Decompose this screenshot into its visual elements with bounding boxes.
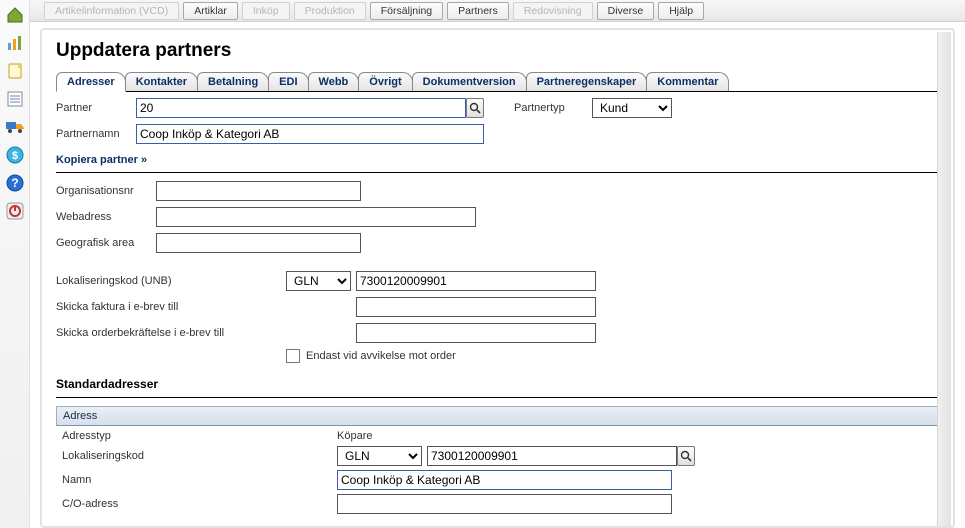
webadress-input[interactable] bbox=[156, 207, 476, 227]
lokkod-label: Lokaliseringskod (UNB) bbox=[56, 275, 286, 287]
tab--vrigt[interactable]: Övrigt bbox=[358, 72, 412, 91]
vertical-scrollbar[interactable] bbox=[937, 32, 951, 526]
truck-icon[interactable] bbox=[4, 116, 26, 138]
tab-partneregenskaper[interactable]: Partneregenskaper bbox=[526, 72, 648, 91]
top-menubar: Artikelinformation (VCD)ArtiklarInköpPro… bbox=[30, 0, 965, 22]
help-icon[interactable]: ? bbox=[4, 172, 26, 194]
addr-lok-label: Lokaliseringskod bbox=[62, 450, 337, 462]
power-icon[interactable] bbox=[4, 200, 26, 222]
menu-ink-p: Inköp bbox=[242, 2, 290, 20]
menu-produktion: Produktion bbox=[294, 2, 366, 20]
partner-row: Partner Partnertyp Kund bbox=[56, 98, 941, 118]
orderconf-email-input[interactable] bbox=[356, 323, 596, 343]
partnernamn-label: Partnernamn bbox=[56, 128, 136, 140]
partnertyp-select[interactable]: Kund bbox=[592, 98, 672, 118]
addr-lok-lookup-button[interactable] bbox=[677, 446, 695, 466]
tab-kommentar[interactable]: Kommentar bbox=[646, 72, 729, 91]
page-panel: Uppdatera partners AdresserKontakterBeta… bbox=[40, 28, 955, 528]
address-group-body: Adresstyp Köpare Lokaliseringskod GLN Na… bbox=[56, 426, 941, 514]
tab-kontakter[interactable]: Kontakter bbox=[125, 72, 198, 91]
search-icon bbox=[469, 102, 481, 114]
partnernamn-row: Partnernamn bbox=[56, 124, 941, 144]
std-addresses-heading: Standardadresser bbox=[56, 377, 941, 391]
orderconf-email-label: Skicka orderbekräftelse i e-brev till bbox=[56, 327, 286, 339]
partner-label: Partner bbox=[56, 102, 136, 114]
lokkod-type-select[interactable]: GLN bbox=[286, 271, 351, 291]
orgnr-input[interactable] bbox=[156, 181, 361, 201]
deviation-label: Endast vid avvikelse mot order bbox=[306, 350, 456, 362]
page-title: Uppdatera partners bbox=[56, 40, 941, 62]
tab-edi[interactable]: EDI bbox=[268, 72, 308, 91]
address-group-header: Adress bbox=[56, 406, 941, 426]
tab-betalning[interactable]: Betalning bbox=[197, 72, 269, 91]
partnertyp-label: Partnertyp bbox=[514, 102, 592, 114]
addr-co-input[interactable] bbox=[337, 494, 672, 514]
addr-name-input[interactable] bbox=[337, 470, 672, 490]
left-icon-rail: $? bbox=[0, 0, 30, 528]
main-area: Artikelinformation (VCD)ArtiklarInköpPro… bbox=[30, 0, 965, 528]
addr-type-value: Köpare bbox=[337, 430, 677, 442]
invoice-email-input[interactable] bbox=[356, 297, 596, 317]
list-icon[interactable] bbox=[4, 88, 26, 110]
menu-partners[interactable]: Partners bbox=[447, 2, 509, 20]
menu-diverse[interactable]: Diverse bbox=[597, 2, 655, 20]
tab-dokumentversion[interactable]: Dokumentversion bbox=[412, 72, 527, 91]
addr-name-label: Namn bbox=[62, 474, 337, 486]
deviation-row: Endast vid avvikelse mot order bbox=[286, 349, 941, 363]
lokkod-input[interactable] bbox=[356, 271, 596, 291]
svg-text:$: $ bbox=[11, 150, 17, 162]
note-icon[interactable] bbox=[4, 60, 26, 82]
tab-webb[interactable]: Webb bbox=[308, 72, 360, 91]
addr-co-label: C/O-adress bbox=[62, 498, 337, 510]
partner-input[interactable] bbox=[136, 98, 466, 118]
home-icon[interactable] bbox=[4, 4, 26, 26]
tab-adresser[interactable]: Adresser bbox=[56, 72, 126, 92]
partner-lookup-button[interactable] bbox=[466, 98, 484, 118]
chart-icon[interactable] bbox=[4, 32, 26, 54]
addr-type-label: Adresstyp bbox=[62, 430, 337, 442]
invoice-email-label: Skicka faktura i e-brev till bbox=[56, 301, 286, 313]
addr-lok-type-select[interactable]: GLN bbox=[337, 446, 422, 466]
menu-f-rs-ljning[interactable]: Försäljning bbox=[370, 2, 443, 20]
addr-lok-input[interactable] bbox=[427, 446, 677, 466]
webadress-label: Webadress bbox=[56, 211, 156, 223]
menu-redovisning: Redovisning bbox=[513, 2, 593, 20]
coin-icon[interactable]: $ bbox=[4, 144, 26, 166]
menu-artiklar[interactable]: Artiklar bbox=[183, 2, 238, 20]
divider bbox=[56, 172, 941, 173]
svg-text:?: ? bbox=[11, 176, 18, 190]
orgnr-label: Organisationsnr bbox=[56, 185, 156, 197]
deviation-checkbox[interactable] bbox=[286, 349, 300, 363]
tab-row: AdresserKontakterBetalningEDIWebbÖvrigtD… bbox=[56, 72, 941, 92]
copy-partner-link[interactable]: Kopiera partner » bbox=[56, 154, 147, 166]
menu-hj-lp[interactable]: Hjälp bbox=[658, 2, 704, 20]
menu-artikelinformation-vcd-: Artikelinformation (VCD) bbox=[44, 2, 179, 20]
geo-input[interactable] bbox=[156, 233, 361, 253]
search-icon bbox=[680, 450, 692, 462]
partnernamn-input[interactable] bbox=[136, 124, 484, 144]
org-section: Organisationsnr Webadress Geografisk are… bbox=[56, 181, 941, 253]
geo-label: Geografisk area bbox=[56, 237, 156, 249]
edi-section: Lokaliseringskod (UNB) GLN Skicka faktur… bbox=[56, 271, 941, 343]
divider-2 bbox=[56, 397, 941, 398]
